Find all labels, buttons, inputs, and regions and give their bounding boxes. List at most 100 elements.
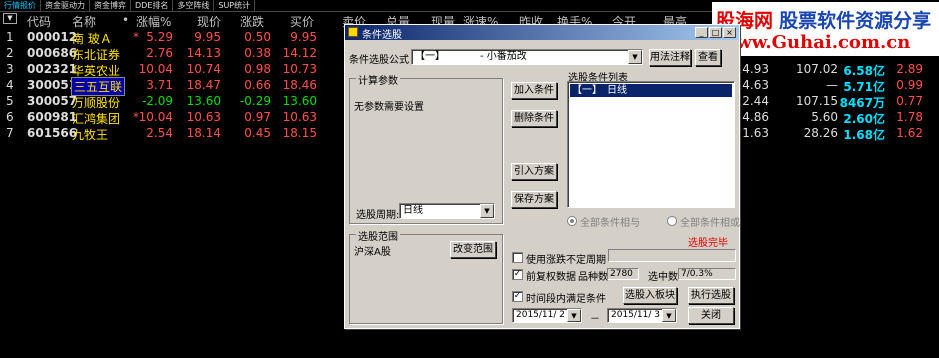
chevron-down-icon[interactable]: ▼ [567,309,581,322]
save-scheme-button[interactable]: 保存方案 [511,191,557,208]
adjusted-data-label: 前复权数据 [526,272,576,283]
chevron-down-icon[interactable]: ▼ [662,309,676,322]
date-from-value: 2015/11/ 2 [516,310,566,320]
date-to-picker[interactable]: 2015/11/ 3 ▼ [607,308,677,323]
change-range-button[interactable]: 改变范围 [450,241,496,258]
col-change-pct[interactable]: 涨幅% [136,13,171,30]
date-from-picker[interactable]: 2015/11/ 2 ▼ [512,308,582,323]
change-pct: 2.76 [146,46,173,60]
tab-dde-rank[interactable]: DDE排名 [131,0,174,11]
change-pct: 10.04 [138,110,173,124]
col-value-c: 0.99 [896,78,923,92]
formula-value: 【一】 - 小番茄改 [415,51,527,62]
execute-screen-button[interactable]: 执行选股 [688,287,734,304]
maximize-icon[interactable]: □ [709,27,722,38]
tab-fund-drive[interactable]: 资金驱动力 [41,0,90,11]
count-value: 2780 [607,268,639,280]
col-dot: • [122,13,130,27]
time-range-checkbox[interactable]: ✓ [512,291,523,302]
col-price[interactable]: 现价 [197,13,221,30]
tab-long-short[interactable]: 多空阵线 [173,0,215,11]
price: 18.47 [186,78,221,92]
bid-price: 10.63 [282,110,317,124]
range-group-title: 选股范围 [356,228,400,243]
stock-code: 300051 [27,78,78,92]
formula-select[interactable]: 【一】 - 小番茄改 ▼ [411,49,643,65]
change-pct: -2.09 [141,94,173,108]
price: 10.63 [186,110,221,124]
stock-code: 300057 [27,94,78,108]
close-icon[interactable]: × [723,27,736,38]
bid-price: 18.46 [282,78,317,92]
adjusted-data-checkbox[interactable]: ✓ [512,269,523,280]
change: 0.66 [244,78,271,92]
uncertain-period-checkbox[interactable] [512,252,523,263]
stock-code: 000012 [27,30,78,44]
col-value-a: 1.63 [742,126,769,140]
sort-toggle[interactable]: ▼ [3,13,17,24]
tab-sup-stats[interactable]: SUP统计 [214,0,256,11]
change-pct: 3.71 [146,78,173,92]
col-value-a: 4.86 [742,110,769,124]
chevron-down-icon[interactable]: ▼ [628,50,642,64]
tab-fund-game[interactable]: 资金博弈 [90,0,131,11]
uncertain-period-field [608,249,736,262]
stock-code: 000686 [27,46,78,60]
change-pct: 2.54 [146,126,173,140]
tab-quotes[interactable]: 行情报价 [0,0,41,11]
condition-list[interactable]: 【一】 日线 [567,81,735,208]
radio-all-and[interactable] [567,216,577,226]
col-value-c: 1.62 [896,126,923,140]
col-value-b: 107.02 [796,62,838,76]
view-button[interactable]: 查看 [695,49,721,66]
condition-list-item[interactable]: 【一】 日线 [570,84,732,97]
usage-notes-button[interactable]: 用法注释 [649,49,691,66]
row-index: 2 [6,46,14,60]
bid-price: 9.95 [290,30,317,44]
watermark-banner: 股海网 股票软件资源分享 Www.Guhai.com.cn [712,2,939,56]
dialog-title: 条件选股 [362,30,402,41]
change: 0.97 [244,110,271,124]
change-pct: 10.04 [138,62,173,76]
radio-all-or[interactable] [667,216,677,226]
count-label: 品种数 [578,272,608,283]
change-pct: 5.29 [146,30,173,44]
params-text: 无参数需要设置 [354,102,424,113]
row-index: 3 [6,62,14,76]
uncertain-period-label: 使用涨跌不定周期 [526,255,606,266]
row-index: 5 [6,94,14,108]
stock-screener-dialog: 条件选股 _ □ × 条件选股公式 【一】 - 小番茄改 ▼ 用法注释 查看 计… [344,24,740,329]
to-block-button[interactable]: 选股入板块 [623,287,677,304]
dialog-titlebar[interactable]: 条件选股 _ □ × [345,25,739,41]
time-range-label: 时间段内满足条件 [526,294,606,305]
radio-all-and-label: 全部条件相与 [580,218,640,229]
col-code[interactable]: 代码 [27,13,51,30]
row-index: 4 [6,78,14,92]
col-value-b: 5.60 [811,110,838,124]
minimize-icon[interactable]: _ [695,27,708,38]
stock-code: 600981 [27,110,78,124]
stock-code: 601566 [27,126,78,140]
col-name[interactable]: 名称 [72,13,96,30]
close-button[interactable]: 关闭 [688,307,734,324]
selected-label: 选中数 [648,272,678,283]
formula-label: 条件选股公式 [349,55,409,66]
col-value-a: 2.44 [742,94,769,108]
watermark-url: Www.Guhai.com.cn [716,32,911,53]
delete-condition-button[interactable]: 删除条件 [511,110,557,127]
watermark-slogan: 股票软件资源分享 [779,10,932,32]
chevron-down-icon[interactable]: ▼ [480,204,494,218]
period-value: 日线 [403,205,423,216]
col-change[interactable]: 涨跌 [240,13,264,30]
col-value-b: 28.26 [803,126,838,140]
add-condition-button[interactable]: 加入条件 [511,82,557,99]
params-group-title: 计算参数 [356,72,400,87]
col-bid[interactable]: 买价 [290,13,314,30]
change: 0.50 [244,30,271,44]
import-scheme-button[interactable]: 引入方案 [511,163,557,180]
col-value-b: 107.15 [796,94,838,108]
period-select[interactable]: 日线 ▼ [399,203,495,219]
bid-price: 18.15 [282,126,317,140]
change: 0.98 [244,62,271,76]
range-group: 选股范围 沪深A股 改变范围 [349,228,503,324]
